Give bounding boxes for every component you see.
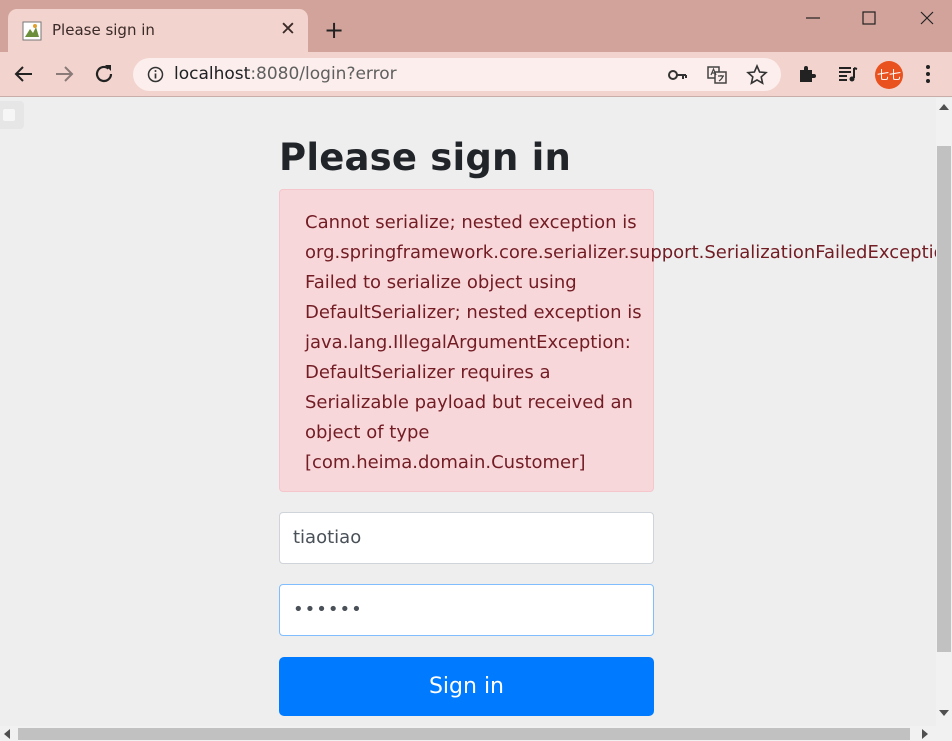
vertical-scroll-thumb[interactable] xyxy=(937,146,951,652)
error-message-line: Cannot serialize; nested exception is xyxy=(305,212,637,233)
close-icon xyxy=(920,11,934,25)
extensions-puzzle-icon[interactable] xyxy=(796,62,820,86)
tab-strip: Please sign in ✕ + xyxy=(0,0,952,52)
error-message-line: object of type xyxy=(305,422,430,443)
side-panel-handle[interactable] xyxy=(0,101,24,129)
url-host: localhost xyxy=(174,64,251,84)
username-input[interactable]: tiaotiao xyxy=(279,512,654,564)
error-message-line: Serializable payload but received an xyxy=(305,392,633,413)
scroll-down-arrow-icon[interactable] xyxy=(939,710,949,716)
minimize-icon xyxy=(806,17,820,19)
error-message-line: DefaultSerializer requires a xyxy=(305,362,551,383)
minimize-button[interactable] xyxy=(790,4,836,32)
back-arrow-icon[interactable] xyxy=(12,62,36,86)
page-viewport: Please sign in Cannot serialize; nested … xyxy=(0,98,936,726)
sign-in-button[interactable]: Sign in xyxy=(279,657,654,716)
favicon-icon xyxy=(22,21,42,41)
browser-toolbar: localhost:8080/login?error 七七 xyxy=(0,52,952,97)
address-bar[interactable]: localhost:8080/login?error xyxy=(133,58,781,91)
error-message-line: org.springframework.core.serializer.supp… xyxy=(305,242,936,263)
password-input[interactable]: •••••• xyxy=(279,584,654,636)
error-message-line: DefaultSerializer; nested exception is xyxy=(305,302,642,323)
error-message-line: java.lang.IllegalArgumentException: xyxy=(305,332,631,353)
reload-icon[interactable] xyxy=(92,62,116,86)
scroll-right-arrow-icon[interactable] xyxy=(922,729,928,739)
star-icon[interactable] xyxy=(746,64,768,86)
maximize-button[interactable] xyxy=(846,4,892,32)
new-tab-button[interactable]: + xyxy=(322,18,346,42)
error-alert: Cannot serialize; nested exception is org… xyxy=(279,189,936,492)
key-icon[interactable] xyxy=(666,64,688,86)
window-close-button[interactable] xyxy=(904,4,950,32)
url-path: :8080/login?error xyxy=(250,64,397,84)
error-message-line: [com.heima.domain.Customer] xyxy=(305,452,586,473)
translate-icon[interactable] xyxy=(706,64,728,86)
scroll-left-arrow-icon[interactable] xyxy=(4,729,10,739)
more-menu-icon[interactable] xyxy=(916,62,940,86)
horizontal-scroll-thumb[interactable] xyxy=(18,728,910,740)
tab-title: Please sign in xyxy=(52,21,155,39)
maximize-icon xyxy=(862,11,876,25)
url-text: localhost:8080/login?error xyxy=(174,64,397,84)
scroll-up-arrow-icon[interactable] xyxy=(939,104,949,110)
error-message-line: Failed to serialize object using xyxy=(305,272,577,293)
browser-tab[interactable]: Please sign in ✕ xyxy=(8,9,308,52)
media-control-icon[interactable] xyxy=(836,62,860,86)
info-icon[interactable] xyxy=(147,66,164,83)
profile-avatar[interactable]: 七七 xyxy=(875,61,903,89)
page-title: Please sign in xyxy=(279,136,572,179)
error-message: Cannot serialize; nested exception is org… xyxy=(305,208,936,478)
tab-close-icon[interactable]: ✕ xyxy=(278,19,298,39)
forward-arrow-icon[interactable] xyxy=(52,62,76,86)
